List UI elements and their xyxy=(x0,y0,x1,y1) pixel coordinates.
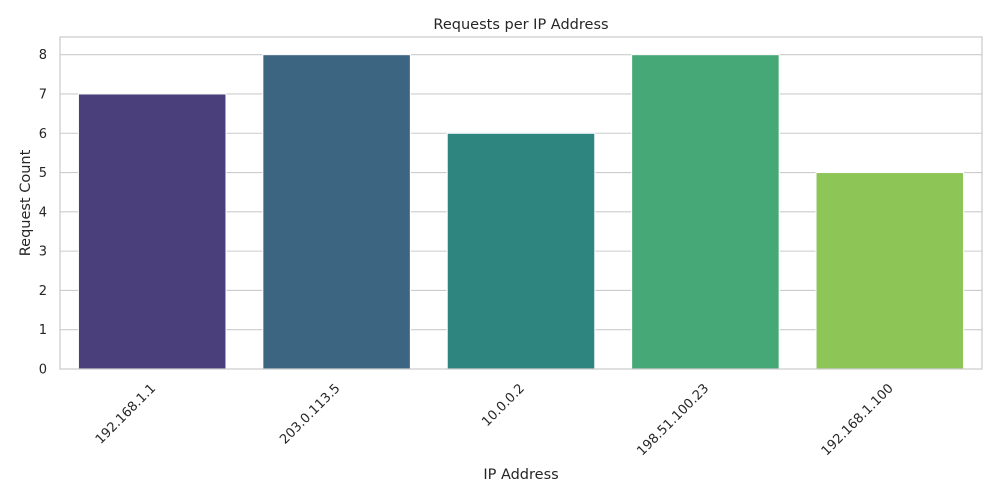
y-tick-label: 5 xyxy=(39,166,47,181)
bar-chart: 012345678 192.168.1.1 203.0.113.5 10.0.0.2… xyxy=(0,0,1000,500)
y-tick-label: 0 xyxy=(39,363,47,378)
y-tick-label: 4 xyxy=(39,205,47,220)
y-tick-label: 3 xyxy=(39,245,47,260)
y-tick-label: 6 xyxy=(39,127,47,142)
bar xyxy=(815,172,965,370)
y-tick-label: 1 xyxy=(39,323,47,338)
y-tick-label: 8 xyxy=(39,48,47,63)
y-tick-label: 2 xyxy=(39,284,47,299)
bar xyxy=(262,54,411,370)
y-tick-label: 7 xyxy=(39,87,47,102)
y-tick-labels: 0 1 2 3 4 5 6 7 8 xyxy=(39,48,47,377)
bar xyxy=(631,54,780,370)
chart-title: Requests per IP Address xyxy=(433,17,608,33)
bar xyxy=(77,93,227,370)
bar xyxy=(446,132,596,370)
y-axis-label: Request Count xyxy=(18,149,34,256)
x-axis-label: IP Address xyxy=(483,467,558,483)
